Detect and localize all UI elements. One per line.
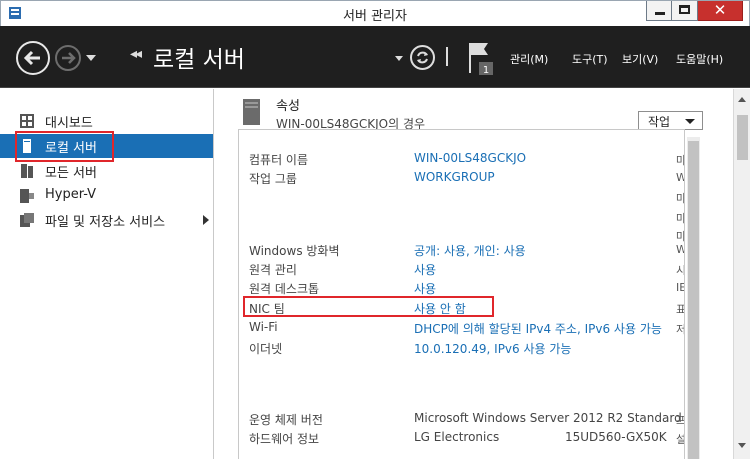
sidebar: 대시보드 로컬 서버 모든 서버 Hyper-V 파일 및 저장소 서비스 [0, 89, 214, 459]
breadcrumb-arrows-icon: ◂◂ [130, 46, 142, 62]
history-dropdown-icon[interactable] [86, 55, 96, 61]
section-title: 속성 [276, 99, 300, 114]
chevron-right-icon[interactable] [203, 215, 209, 225]
storage-icon [20, 213, 34, 227]
refresh-dropdown-icon[interactable] [395, 56, 403, 61]
page-scrollbar[interactable] [733, 89, 750, 459]
page-title: 로컬 서버 [153, 47, 245, 73]
properties-panel: 컴퓨터 이름 WIN-00LS48GCKJO 마 작업 그룹 WORKGROUP… [238, 129, 685, 459]
sidebar-item-file-storage[interactable]: 파일 및 저장소 서비스 [0, 208, 213, 232]
sidebar-item-label: Hyper-V [45, 187, 97, 202]
highlight-box-local-server [15, 131, 114, 162]
dashboard-icon [20, 114, 34, 128]
close-button[interactable]: ✕ [698, 1, 743, 21]
window-title: 서버 관리자 [343, 9, 407, 24]
property-label: 원격 데스크톱 [249, 282, 320, 296]
arrow-right-icon [62, 52, 76, 64]
main-content: 속성 WIN-00LS48GCKJO의 경우 작업 컴퓨터 이름 WIN-00L… [215, 89, 750, 459]
truncated-column-text: W [676, 171, 684, 184]
truncated-column-text: 마 [676, 190, 684, 206]
sidebar-item-label: 파일 및 저장소 서비스 [45, 215, 166, 230]
truncated-column-text: 저 [676, 321, 684, 337]
sidebar-item-dashboard[interactable]: 대시보드 [0, 109, 213, 133]
tasks-dropdown[interactable]: 작업 [638, 111, 703, 130]
truncated-column-text: 마 [676, 152, 684, 168]
server-tower-icon [243, 99, 260, 125]
property-label: Windows 방화벽 [249, 244, 340, 258]
sidebar-item-hyper-v[interactable]: Hyper-V [0, 184, 213, 208]
property-value-link[interactable]: 사용 [414, 261, 436, 278]
minimize-button[interactable] [646, 1, 672, 21]
menu-help[interactable]: 도움말(H) [676, 51, 723, 67]
highlight-box-nic-team [243, 296, 494, 317]
truncated-column-text: IE [676, 281, 684, 294]
truncated-column-text: 마 [676, 228, 684, 244]
sidebar-item-label: 모든 서버 [45, 166, 97, 181]
servers-icon [21, 164, 33, 178]
property-value-link[interactable]: WIN-00LS48GCKJO [414, 151, 526, 165]
header-bar: ◂◂ 로컬 서버 1 관리(M) 도구(T) 보기(V) 도움말(H) [0, 26, 750, 88]
property-label: 이더넷 [249, 342, 283, 356]
property-value-link[interactable]: 사용 [414, 280, 436, 297]
notifications-flag-icon[interactable]: 1 [466, 41, 494, 75]
sidebar-item-all-servers[interactable]: 모든 서버 [0, 159, 213, 183]
title-bar: 서버 관리자 ✕ [0, 0, 750, 26]
scroll-up-icon[interactable] [738, 97, 746, 102]
menu-manage[interactable]: 관리(M) [510, 51, 548, 67]
page-scrollbar-thumb[interactable] [737, 115, 748, 160]
maximize-button[interactable] [672, 1, 698, 21]
property-label: Wi-Fi [249, 320, 278, 334]
property-label: 작업 그룹 [249, 172, 297, 186]
minimize-icon [655, 12, 665, 15]
property-value-model: 15UD560-GX50K [565, 430, 667, 444]
panel-scrollbar[interactable] [687, 137, 700, 459]
arrow-left-icon [23, 50, 40, 66]
property-label: 운영 체제 버전 [249, 413, 323, 427]
property-label: 컴퓨터 이름 [249, 153, 309, 167]
truncated-column-text: 표 [676, 301, 684, 317]
forward-button[interactable] [55, 45, 81, 71]
close-icon: ✕ [713, 1, 727, 19]
back-button[interactable] [16, 41, 50, 75]
refresh-icon [417, 51, 428, 64]
property-value-link[interactable]: DHCP에 의해 할당된 IPv4 주소, IPv6 사용 가능 [414, 320, 662, 337]
menu-view[interactable]: 보기(V) [622, 51, 658, 67]
truncated-column-text: 마 [676, 210, 684, 226]
panel-scrollbar-thumb[interactable] [688, 141, 699, 459]
property-value-link[interactable]: 10.0.120.49, IPv6 사용 가능 [414, 340, 571, 357]
refresh-button[interactable] [410, 45, 435, 70]
window-controls: ✕ [646, 1, 743, 21]
scroll-down-icon[interactable] [738, 443, 746, 448]
truncated-column-text: 설 [676, 431, 684, 447]
property-value: LG Electronics [414, 430, 500, 444]
property-value-link[interactable]: 공개: 사용, 개인: 사용 [414, 242, 526, 259]
menu-tools[interactable]: 도구(T) [572, 51, 608, 67]
hyperv-icon [20, 189, 34, 203]
property-value-link[interactable]: WORKGROUP [414, 170, 495, 184]
property-value: Microsoft Windows Server 2012 R2 Standar… [414, 411, 682, 425]
header-separator [446, 47, 448, 66]
notification-count: 1 [483, 65, 489, 75]
maximize-icon [679, 5, 690, 14]
property-label: 하드웨어 정보 [249, 432, 320, 446]
tasks-label: 작업 [648, 115, 671, 129]
truncated-column-text: 시 [676, 262, 684, 278]
truncated-column-text: 프 [676, 412, 684, 428]
chevron-down-icon [685, 119, 695, 124]
sidebar-item-label: 대시보드 [45, 116, 93, 131]
property-label: 원격 관리 [249, 263, 297, 277]
truncated-column-text: W [676, 243, 684, 256]
